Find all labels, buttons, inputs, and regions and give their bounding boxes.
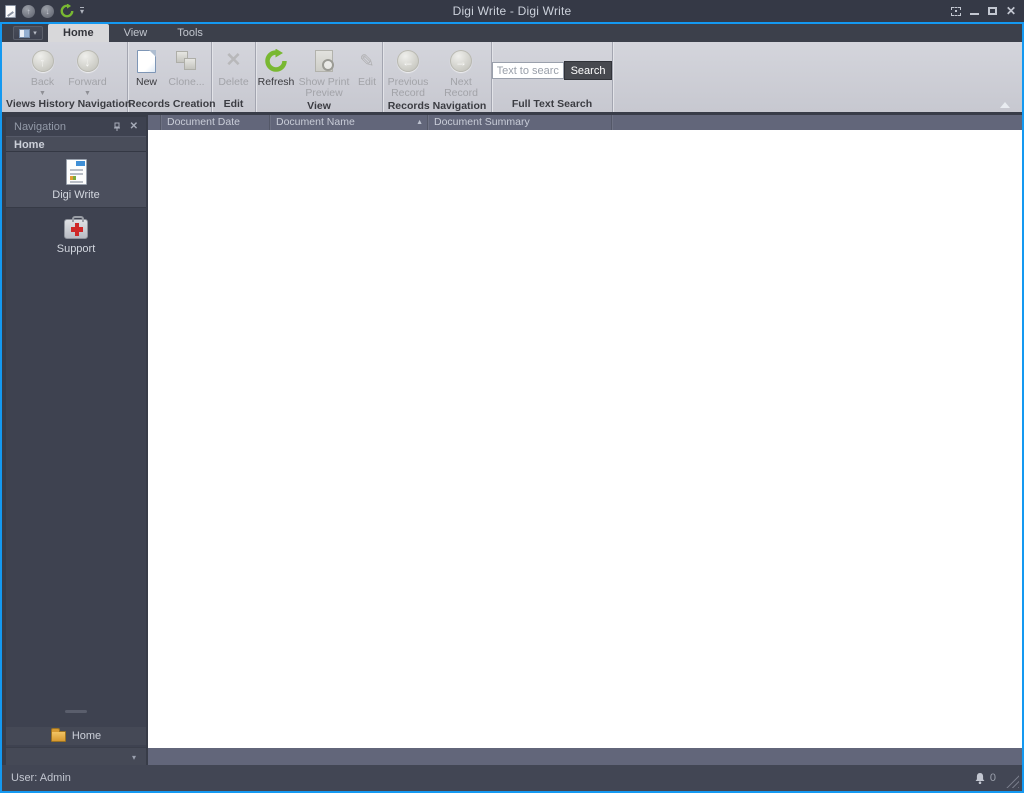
ribbon-collapse-icon[interactable]: [1000, 102, 1010, 108]
panel-close-icon[interactable]: ✕: [130, 121, 138, 132]
refresh-green-icon: [264, 47, 288, 75]
arrow-down-circle-icon: ↓: [76, 50, 99, 72]
maximize-icon[interactable]: [987, 7, 997, 15]
delete-button[interactable]: ✕ Delete: [213, 45, 255, 88]
navigation-panel-title: Navigation: [14, 120, 66, 133]
group-edit: ✕ Delete Edit: [212, 42, 256, 112]
next-record-button[interactable]: → Next Record: [432, 45, 490, 99]
window-border: [0, 22, 2, 793]
row-indicator-column: [148, 115, 161, 130]
group-label: Full Text Search: [511, 98, 593, 110]
clone-cubes-icon: [174, 49, 200, 73]
nav-item-label: Support: [56, 243, 96, 255]
column-header-document-summary[interactable]: Document Summary: [428, 115, 612, 130]
panel-splitter-handle[interactable]: [65, 710, 87, 713]
new-button[interactable]: New: [130, 45, 164, 88]
delete-x-icon: ✕: [225, 50, 242, 71]
previous-record-button[interactable]: ← Previous Record: [384, 45, 432, 99]
resize-grip[interactable]: [1006, 775, 1019, 788]
group-label: Edit: [223, 98, 244, 110]
navigation-group-home[interactable]: Home: [6, 136, 146, 152]
edit-button[interactable]: ✎ Edit: [352, 45, 382, 88]
nav-item-digi-write[interactable]: Digi Write: [6, 152, 146, 208]
status-bar: User: Admin 0: [2, 765, 1022, 791]
clone-button[interactable]: Clone...: [164, 45, 210, 88]
navigation-panel-header: Navigation ✕: [6, 117, 146, 136]
group-label: View: [307, 100, 331, 112]
group-full-text-search: Search Full Text Search: [491, 42, 613, 112]
grid-column-headers: Document Date Document Name ▲ Document S…: [148, 115, 1022, 130]
digiwrite-document-icon: [65, 159, 87, 185]
grid-data-area[interactable]: [148, 130, 1022, 748]
fullscreen-icon[interactable]: [950, 6, 961, 16]
forward-button[interactable]: ↓ Forward ▼: [64, 45, 112, 97]
group-label: Views History Navigation: [6, 98, 132, 110]
refresh-button[interactable]: Refresh: [256, 45, 296, 88]
group-views-history-navigation: ↑ Back ▼ ↓ Forward ▼ Views History Navig…: [6, 42, 132, 112]
group-label: Records Creation: [128, 98, 216, 110]
search-input[interactable]: [491, 62, 564, 79]
new-page-icon: [137, 49, 156, 73]
print-preview-icon: [315, 50, 334, 72]
titlebar: ↑ ↓ ▾ Digi Write - Digi Write ✕: [0, 0, 1024, 22]
folder-icon: [50, 727, 66, 742]
group-label: Records Navigation: [387, 100, 487, 112]
navigation-panel: Navigation ✕ Home Digi Write Support Hom…: [6, 117, 146, 765]
group-view: Refresh Show Print Preview ✎ Edit View: [256, 42, 383, 112]
column-header-document-date[interactable]: Document Date: [161, 115, 270, 130]
nav-item-support[interactable]: Support: [6, 208, 146, 261]
minimize-icon[interactable]: [969, 12, 979, 15]
column-label: Document Name: [276, 116, 355, 128]
notifications[interactable]: 0: [974, 765, 996, 791]
accent-line: [0, 22, 1024, 24]
ribbon-tab-row: ▾ Home View Tools: [2, 24, 1022, 42]
chevron-down-icon: ▾: [131, 753, 136, 762]
first-aid-kit-icon: [64, 216, 88, 239]
nav-bottom-item-home[interactable]: Home: [6, 727, 146, 745]
application-menu-button[interactable]: ▾: [13, 26, 43, 40]
nav-bottom-item-label: Home: [71, 730, 102, 742]
nav-options-bar[interactable]: ▾: [6, 747, 146, 765]
back-button[interactable]: ↑ Back ▼: [22, 45, 64, 97]
tab-home[interactable]: Home: [48, 24, 109, 42]
tab-view[interactable]: View: [109, 24, 163, 42]
bell-icon: [975, 772, 985, 784]
search-button[interactable]: Search: [563, 61, 613, 80]
column-header-filler: [612, 115, 1022, 130]
group-records-creation: New Clone... Records Creation: [128, 42, 216, 112]
group-records-navigation: ← Previous Record → Next Record Records …: [383, 42, 492, 112]
show-print-preview-button[interactable]: Show Print Preview: [296, 45, 352, 99]
notification-count: 0: [989, 772, 996, 784]
grid-footer-band: [148, 748, 1022, 765]
tab-tools[interactable]: Tools: [162, 24, 218, 42]
arrow-left-circle-icon: ←: [397, 50, 419, 72]
ribbon: ↑ Back ▼ ↓ Forward ▼ Views History Navig…: [2, 42, 1022, 112]
close-icon[interactable]: ✕: [1006, 5, 1016, 17]
window-title: Digi Write - Digi Write: [452, 4, 572, 18]
arrow-right-circle-icon: →: [450, 50, 472, 72]
ribbon-tabs: Home View Tools: [48, 24, 218, 42]
sort-ascending-icon: ▲: [416, 119, 423, 126]
pin-icon[interactable]: [113, 122, 121, 132]
chevron-down-icon: ▾: [33, 30, 37, 37]
nav-item-label: Digi Write: [52, 189, 100, 201]
application-menu-icon: [19, 28, 31, 38]
window-controls: ✕: [950, 0, 1016, 22]
status-user-label: User: Admin: [11, 772, 71, 784]
forward-dropdown-icon[interactable]: ▼: [84, 90, 91, 97]
back-dropdown-icon[interactable]: ▼: [39, 90, 46, 97]
arrow-up-circle-icon: ↑: [31, 50, 54, 72]
edit-pencil-icon: ✎: [359, 51, 375, 71]
app-window: ↑ ↓ ▾ Digi Write - Digi Write ✕ ▾ Home V…: [0, 0, 1024, 793]
column-header-document-name[interactable]: Document Name ▲: [270, 115, 428, 130]
